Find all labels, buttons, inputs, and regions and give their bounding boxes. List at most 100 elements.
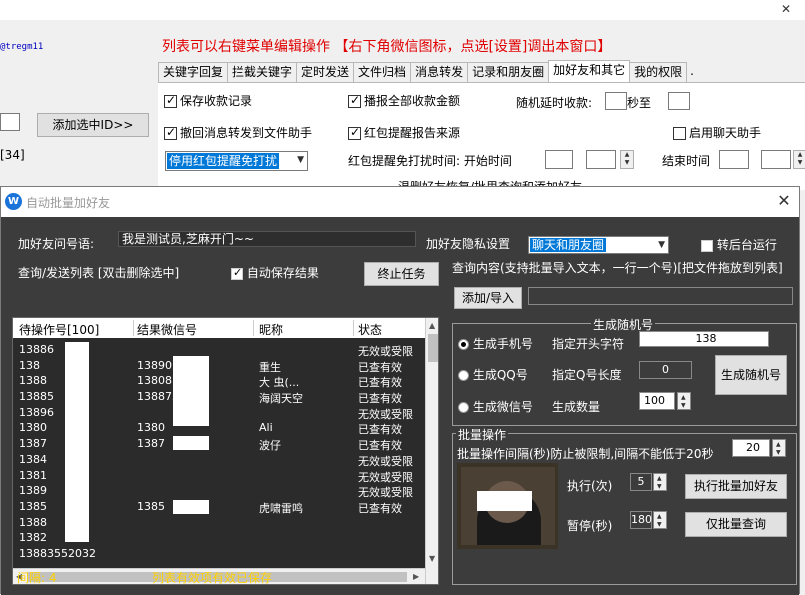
cell-pending: 1384 — [19, 452, 47, 466]
broadcast-payment-checkbox[interactable] — [348, 93, 361, 108]
cell-result-wx: 1385 — [137, 499, 165, 513]
execute-spinner[interactable]: ▲ ▼ — [653, 473, 667, 491]
red-packet-report-checkbox[interactable] — [348, 125, 361, 140]
close-icon[interactable]: ✕ — [773, 190, 795, 212]
end-hour-input[interactable] — [719, 150, 749, 169]
gen-phone-radio[interactable] — [458, 339, 469, 350]
recall-forward-option[interactable]: 撤回消息转发到文件助手 — [164, 124, 312, 141]
gen-qq-option[interactable]: 生成QQ号 — [458, 366, 528, 383]
interval-input[interactable]: 20 — [732, 439, 770, 457]
query-content-input[interactable] — [528, 287, 793, 305]
account-email: @tregm11 — [0, 42, 44, 52]
seconds-to-label: 秒至 — [627, 96, 652, 110]
start-hour-input[interactable] — [545, 150, 573, 169]
cell-pending: 1381 — [19, 468, 47, 482]
delay-max-input[interactable] — [668, 92, 690, 110]
interval-spinner[interactable]: ▲ ▼ — [772, 439, 786, 457]
list-row[interactable]: 13883552032 — [13, 546, 425, 562]
end-spinner[interactable]: ▲ ▼ — [793, 150, 805, 169]
add-import-button[interactable]: 添加/导入 — [454, 287, 522, 309]
qq-length-input[interactable]: 0 — [639, 361, 692, 379]
random-delay-label: 随机延时收款: — [516, 96, 593, 110]
red-packet-select[interactable]: 停用红包提醒免打扰 ▼ — [165, 151, 308, 171]
dialog-body: 加好友问号语: 我是测试员,芝麻开门~~ 加好友隐私设置 聊天和朋友圈 ▼ 转后… — [1, 217, 799, 595]
cell-pending: 1388 — [19, 515, 47, 529]
col-pending[interactable]: 待操作号[100] — [19, 321, 99, 338]
tab-my-permissions[interactable]: 我的权限 — [629, 62, 688, 82]
app-logo-icon: W — [5, 193, 22, 210]
gen-count-spinner[interactable]: ▲ ▼ — [677, 392, 691, 410]
list-vertical-scrollbar[interactable]: ▲ ▼ — [425, 318, 438, 584]
main-close-icon[interactable]: ✕ — [781, 2, 791, 16]
qq-length-label: 指定Q号长度 — [552, 368, 622, 382]
cell-status: 已查有效 — [358, 439, 402, 453]
tab-keyword-reply[interactable]: 关键字回复 — [158, 62, 229, 82]
tab-add-friends-other[interactable]: 加好友和其它 — [548, 60, 631, 82]
redaction-mask — [173, 500, 209, 514]
background-run-checkbox[interactable] — [701, 239, 713, 252]
tab-more[interactable]: . — [686, 62, 698, 82]
tab-message-forward[interactable]: 消息转发 — [410, 62, 469, 82]
batch-add-friends-button[interactable]: 执行批量加好友 — [685, 474, 787, 499]
gen-count-label: 生成数量 — [552, 400, 601, 414]
save-payment-option[interactable]: 保存收款记录 — [164, 92, 252, 109]
chat-assistant-option[interactable]: 启用聊天助手 — [673, 124, 761, 141]
end-time-label: 结束时间 — [662, 154, 711, 168]
tab-block-keyword[interactable]: 拦截关键字 — [227, 62, 298, 82]
cell-result-wx: 13890 — [137, 358, 172, 372]
list-header: 待操作号[100] 结果微信号 昵称 状态 — [13, 318, 425, 338]
stop-task-button[interactable]: 终止任务 — [364, 262, 439, 286]
start-spinner[interactable]: ▲ ▼ — [620, 150, 634, 169]
broadcast-payment-option[interactable]: 播报全部收款金额 — [348, 92, 460, 109]
batch-add-friends-dialog: W 自动批量加好友 ✕ 加好友问号语: 我是测试员,芝麻开门~~ 加好友隐私设置… — [0, 186, 800, 595]
recall-forward-checkbox[interactable] — [164, 125, 177, 140]
privacy-select[interactable]: 聊天和朋友圈 ▼ — [528, 236, 669, 254]
redaction-mask — [65, 342, 89, 542]
start-min-input[interactable] — [586, 150, 616, 169]
cell-status: 已查有效 — [358, 360, 402, 374]
chevron-down-icon: ▼ — [297, 155, 304, 165]
cell-status: 已查有效 — [358, 376, 402, 390]
cell-pending: 138 — [19, 358, 40, 372]
status-saved: 列表有效项有效已保存 — [152, 571, 273, 585]
batch-query-only-button[interactable]: 仅批量查询 — [685, 512, 787, 537]
gen-qq-radio[interactable] — [458, 370, 469, 381]
col-result-wx[interactable]: 结果微信号 — [137, 321, 197, 338]
delay-min-input[interactable] — [605, 92, 627, 110]
cell-pending: 13886 — [19, 343, 54, 356]
generate-random-button[interactable]: 生成随机号 — [715, 355, 787, 395]
background-run-option[interactable]: 转后台运行 — [701, 236, 777, 253]
col-nickname[interactable]: 昵称 — [259, 321, 283, 338]
cell-status: 已查有效 — [358, 423, 402, 437]
left-input[interactable] — [0, 113, 20, 131]
add-selected-id-button[interactable]: 添加选中ID>> — [37, 113, 149, 137]
cell-status: 无效或受限 — [358, 470, 413, 484]
cell-result-wx: 1380 — [137, 421, 165, 435]
chat-assistant-checkbox[interactable] — [673, 127, 686, 140]
pause-input[interactable]: 180 — [630, 511, 652, 529]
execute-label: 执行(次) — [567, 479, 613, 493]
gen-phone-option[interactable]: 生成手机号 — [458, 335, 533, 352]
prefix-input[interactable]: 138 — [639, 331, 769, 347]
gen-wx-radio[interactable] — [458, 402, 469, 413]
cell-pending: 13896 — [19, 405, 54, 419]
tab-file-archive[interactable]: 文件归档 — [353, 62, 412, 82]
gen-count-input[interactable]: 100 — [639, 392, 675, 410]
pause-spinner[interactable]: ▲ ▼ — [653, 511, 667, 529]
col-status[interactable]: 状态 — [358, 321, 382, 338]
tab-scheduled-send[interactable]: 定时发送 — [296, 62, 355, 82]
end-min-input[interactable] — [761, 150, 791, 169]
red-packet-report-option[interactable]: 红包提醒报告来源 — [348, 124, 460, 141]
auto-save-option[interactable]: 自动保存结果 — [231, 264, 319, 281]
gen-wx-option[interactable]: 生成微信号 — [458, 398, 533, 415]
greeting-input[interactable]: 我是测试员,芝麻开门~~ — [118, 231, 416, 247]
cell-pending: 1389 — [19, 484, 47, 498]
friend-list[interactable]: 待操作号[100] 结果微信号 昵称 状态 1388683无效或受限138881… — [12, 317, 439, 585]
auto-save-checkbox[interactable] — [231, 266, 243, 280]
cell-result-wx: 1387 — [137, 437, 165, 451]
save-payment-checkbox[interactable] — [164, 93, 177, 108]
privacy-label: 加好友隐私设置 — [426, 237, 511, 251]
execute-input[interactable]: 5 — [630, 473, 652, 491]
cell-nickname: Ali — [259, 421, 273, 435]
tab-records-moments[interactable]: 记录和朋友圈 — [467, 62, 550, 82]
